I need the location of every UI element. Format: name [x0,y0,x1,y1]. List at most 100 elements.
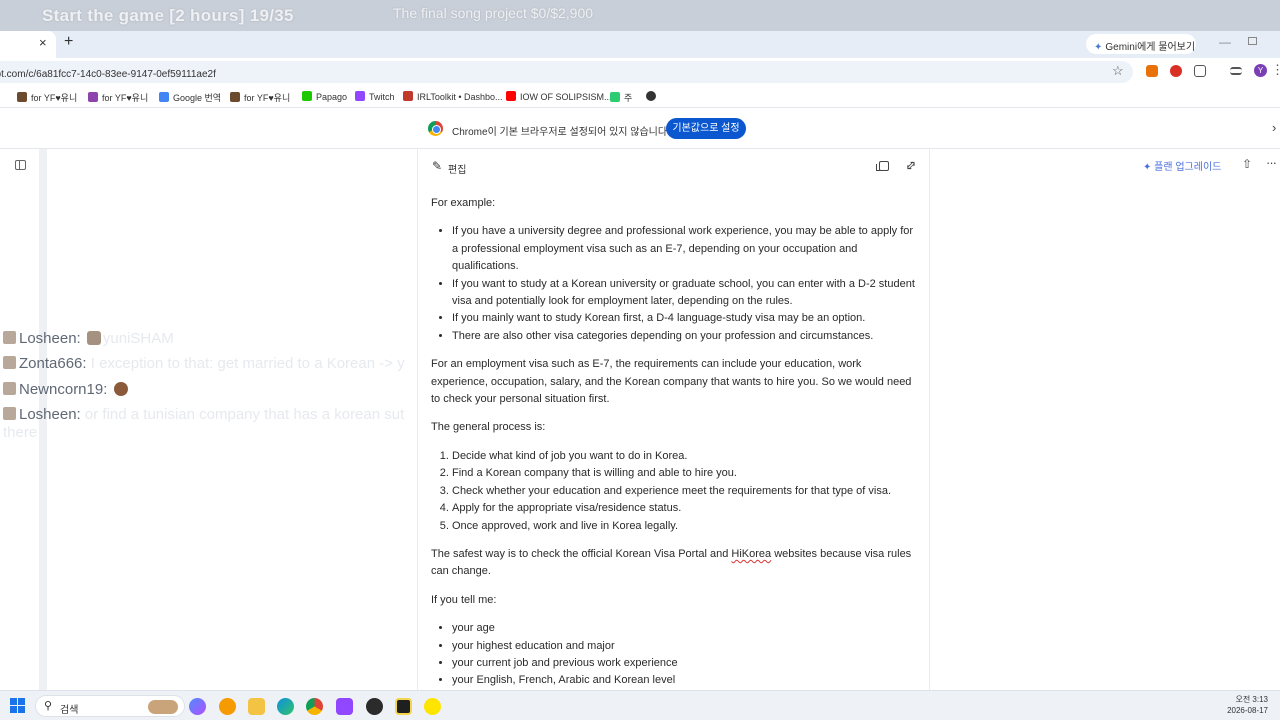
list-item: Once approved, work and live in Korea le… [452,518,919,535]
bookmark-favicon-icon [230,92,240,102]
list-item: your highest education and major [452,638,919,655]
bookmark-label: IOW OF SOLIPSISM... [520,92,612,102]
window-maximize-button[interactable] [1248,37,1257,45]
omnibox[interactable]: gpt.com/c/6a81fcc7-14c0-83ee-9147-0ef591… [0,61,1133,83]
upgrade-plan-label: 플랜 업그레이드 [1154,162,1222,173]
windows-start-icon[interactable] [10,698,26,714]
chat-message: Newncorn19: [3,381,130,403]
bookmark-favicon-icon [88,92,98,102]
extension-icon[interactable] [1146,65,1158,77]
hikorea-text: HiKorea [731,547,772,560]
upgrade-plan-button[interactable]: ✦ 플랜 업그레이드 [1143,158,1221,173]
list-item: your age [452,620,919,637]
bookmark-item[interactable]: for YF♥유니 [17,91,77,104]
chat-username: Zonta666: [19,355,87,372]
windows-taskbar: ⚲ 검색 오전 3:13 2026-08-17 [0,690,1280,720]
list-item: If you mainly want to study Korean first… [452,310,919,327]
expand-icon[interactable]: ⇕ [901,156,920,175]
bookmark-label: Twitch [369,92,395,102]
chat-text: I exception to that: get married to a Ko… [90,355,405,372]
bookmark-item[interactable]: 주 [610,91,632,104]
app-icon[interactable] [395,698,412,715]
more-options-icon[interactable]: ··· [1266,155,1277,170]
chat-badge-icon [3,331,16,344]
canvas-panel: ✎ 편집 ⇕ For example: If you have a univer… [417,149,930,690]
gemini-ask-button[interactable]: ✦ Gemini에게 물어보기 [1086,34,1196,54]
bookmark-label: for YF♥유니 [31,93,78,103]
chat-username: Losheen: [19,330,81,347]
obs-icon[interactable] [366,698,383,715]
chrome-icon[interactable] [306,698,323,715]
safest-text: The safest way is to check the official … [431,547,732,560]
bookmark-item[interactable]: IRLToolkit • Dashbo... [403,91,503,102]
tell-items-list: your age your highest education and majo… [431,620,919,690]
chat-badge-icon [3,407,16,420]
process-intro: The general process is: [431,421,546,434]
tab-close-icon[interactable]: × [39,35,47,50]
extension-icon[interactable] [1170,65,1182,77]
edge-icon[interactable] [277,698,294,715]
bookmark-item[interactable]: Twitch [355,91,395,102]
url-text[interactable]: gpt.com/c/6a81fcc7-14c0-83ee-9147-0ef591… [0,69,216,80]
chrome-logo-icon [428,121,443,136]
chat-badge-icon [3,382,16,395]
pencil-icon[interactable]: ✎ [432,159,442,173]
search-highlight-icon [148,700,178,714]
list-item: Apply for the appropriate visa/residence… [452,500,919,517]
bookmark-star-icon[interactable]: ☆ [1112,63,1124,79]
bookmark-favicon-icon [610,92,620,102]
bookmark-item[interactable]: for YF♥유니 [230,91,290,104]
browser-tab-active[interactable]: × [0,31,56,58]
bookmark-label: for YF♥유니 [102,93,149,103]
stream-goal-game: Start the game [2 hours] 19/35 [42,6,294,25]
twitch-icon[interactable] [336,698,353,715]
gemini-spark-icon: ✦ [1094,42,1103,53]
bookmark-favicon-icon [506,91,516,101]
media-icon[interactable] [1230,67,1242,75]
address-bar-row: gpt.com/c/6a81fcc7-14c0-83ee-9147-0ef591… [0,58,1280,86]
new-tab-button[interactable]: + [64,33,73,51]
kakaotalk-icon[interactable] [424,698,441,715]
window-minimize-button[interactable]: — [1219,35,1231,49]
copilot-icon[interactable] [189,698,206,715]
stream-overlay-bar: Start the game [2 hours] 19/35 The final… [0,0,1280,31]
canvas-document[interactable]: For example: If you have a university de… [431,195,919,701]
system-clock[interactable]: 오전 3:13 2026-08-17 [1218,694,1268,716]
tell-intro: If you tell me: [431,593,497,606]
infobar-message: Chrome이 기본 브라우저로 설정되어 있지 않습니다 [452,127,668,138]
bookmark-item[interactable] [646,91,660,102]
copy-icon[interactable] [876,161,889,171]
chat-message: Losheen: or find a tunisian company that… [3,406,404,428]
bookmark-favicon-icon [403,91,413,101]
doc-intro: For example: [431,197,496,209]
search-app-icon[interactable] [219,698,236,715]
bookmark-item[interactable]: for YF♥유니 [88,91,148,104]
browser-menu-icon[interactable]: ⋮ [1271,62,1280,78]
emote-icon [113,382,128,396]
set-default-button[interactable]: 기본값으로 설정 [666,118,746,139]
bookmark-favicon-icon [302,91,312,101]
chat-text-continuation: there [3,424,38,441]
taskbar-search[interactable]: ⚲ 검색 [35,695,185,717]
bookmark-item[interactable]: Papago [302,91,347,102]
extensions-puzzle-icon[interactable] [1194,65,1206,77]
chat-badge-icon [3,356,16,369]
bookmark-item[interactable]: IOW OF SOLIPSISM... [506,91,612,102]
file-explorer-icon[interactable] [248,698,265,715]
bookmark-favicon-icon [17,92,27,102]
emote-icon [86,331,101,345]
share-icon[interactable]: ⇧ [1242,157,1252,171]
list-item: If you have a university degree and prof… [452,223,919,275]
clock-date: 2026-08-17 [1227,706,1268,715]
list-item: There are also other visa categories dep… [452,328,919,345]
list-item: Check whether your education and experie… [452,483,919,500]
chat-username: Losheen: [19,406,81,423]
edit-button-label[interactable]: 편집 [448,161,466,176]
chat-message: Losheen: yuniSHAM [3,330,174,352]
bookmark-item[interactable]: Google 번역 [159,91,221,104]
profile-avatar[interactable]: Y [1254,64,1267,77]
sidebar-toggle-icon[interactable] [15,160,26,170]
bookmarks-bar: » for YF♥유니 for YF♥유니 Google 번역 for YF♥유… [0,86,1280,108]
infobar-close-icon[interactable]: › [1272,120,1276,135]
chat-text: or find a tunisian company that has a ko… [84,406,405,423]
